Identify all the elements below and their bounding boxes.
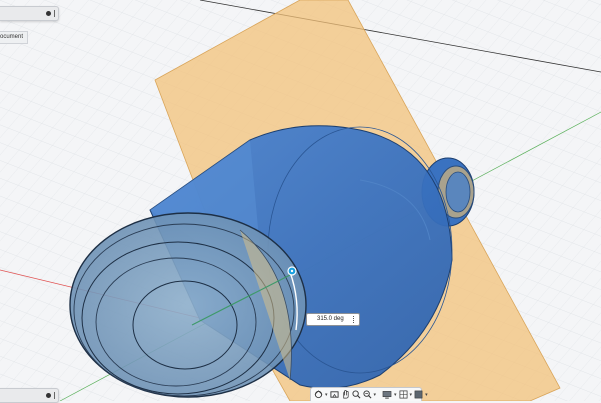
- panel-grip-icon: [54, 10, 55, 17]
- browser-panel-tab[interactable]: [0, 6, 59, 21]
- display-settings-icon[interactable]: [382, 390, 392, 400]
- more-options-icon[interactable]: [353, 316, 355, 323]
- orbit-icon[interactable]: [314, 390, 323, 400]
- orbit-caret-icon[interactable]: ▾: [325, 390, 328, 400]
- angle-value[interactable]: 315.0 deg: [317, 314, 344, 325]
- fit-icon[interactable]: [362, 390, 372, 400]
- add-comment-icon: [46, 393, 51, 398]
- viewports-icon[interactable]: [414, 390, 423, 400]
- pan-icon[interactable]: [341, 390, 350, 400]
- navigation-toolbar: ▾ ▾ ▾ ▾ ▾: [310, 387, 428, 401]
- zoom-window-icon[interactable]: [351, 390, 361, 400]
- viewports-caret-icon[interactable]: ▾: [425, 390, 428, 400]
- panel-grip-icon: [54, 392, 55, 399]
- pin-icon: [46, 11, 51, 16]
- grid-settings-icon[interactable]: [399, 390, 408, 400]
- canvas-viewport[interactable]: [0, 0, 601, 401]
- grid-caret-icon[interactable]: ▾: [410, 390, 413, 400]
- zoom-caret-icon[interactable]: ▾: [374, 390, 377, 400]
- model-scene[interactable]: [0, 0, 601, 401]
- angle-input[interactable]: 315.0 deg: [306, 313, 360, 326]
- look-at-icon[interactable]: [329, 390, 339, 400]
- display-caret-icon[interactable]: ▾: [394, 390, 397, 400]
- document-node[interactable]: ocument: [0, 31, 29, 44]
